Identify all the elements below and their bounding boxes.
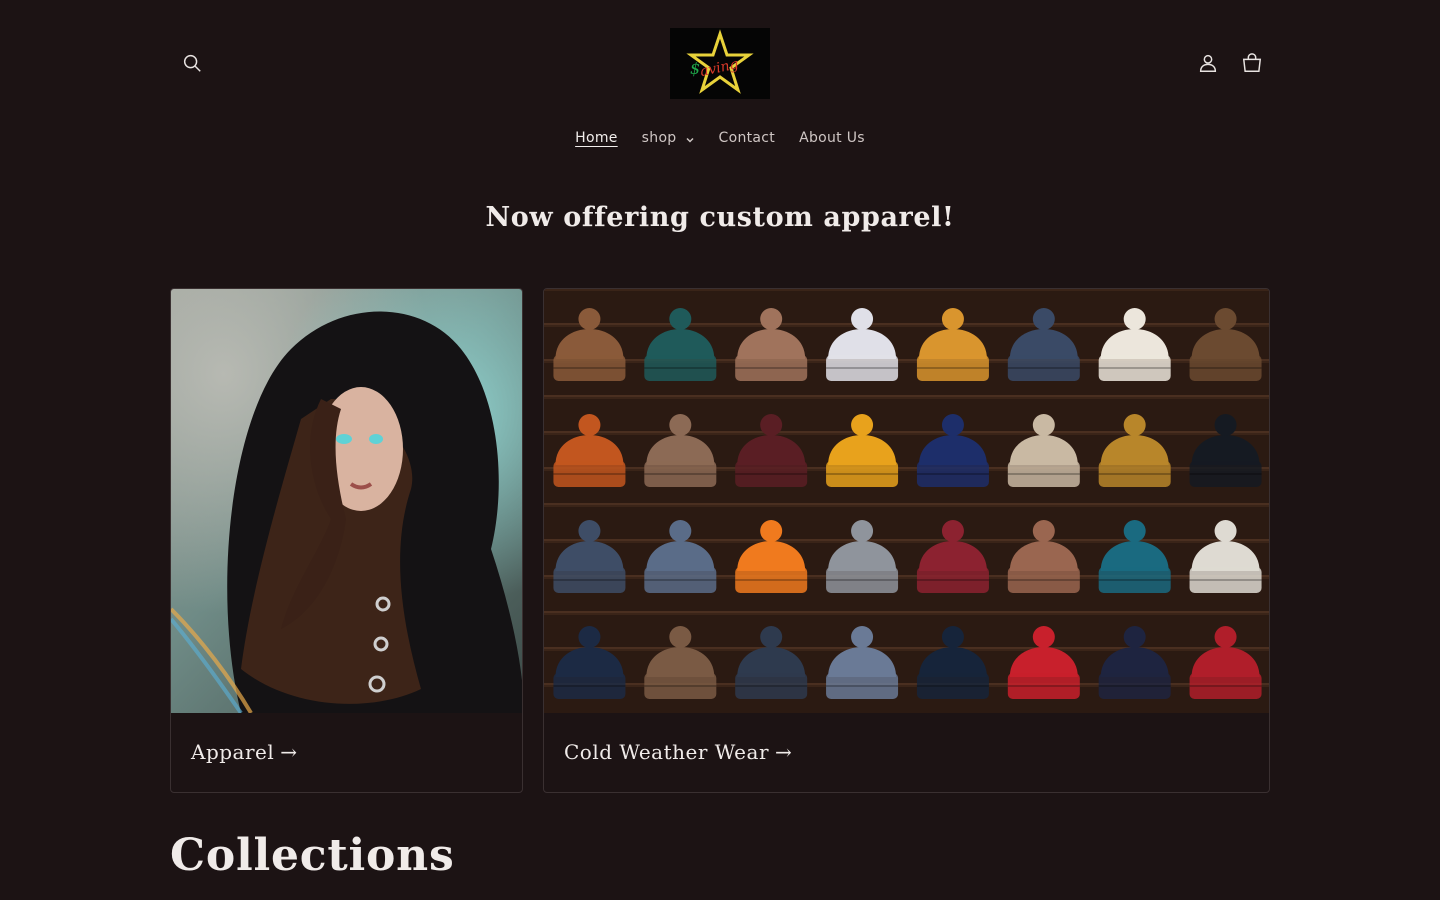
account-button[interactable] [1186, 41, 1230, 85]
beanies-image [544, 289, 1269, 713]
collection-card-cold-weather-wear[interactable]: Cold Weather Wear → [543, 288, 1270, 793]
arrow-right-icon: → [280, 740, 298, 764]
nav-item-about-us[interactable]: About Us [787, 130, 877, 146]
chevron-down-icon [685, 133, 695, 143]
nav-item-contact[interactable]: Contact [707, 130, 788, 146]
hero-headline: Now offering custom apparel! [485, 202, 955, 233]
search-button[interactable] [170, 41, 214, 85]
cart-button[interactable] [1230, 41, 1274, 85]
card-title-apparel: Apparel → [191, 740, 298, 764]
logo-star-icon: $ aving [670, 28, 770, 99]
nav-item-home[interactable]: Home [563, 130, 630, 146]
site-logo[interactable]: $ aving [670, 28, 770, 99]
arrow-right-icon: → [775, 740, 793, 764]
card-title-cold-weather-wear: Cold Weather Wear → [564, 740, 792, 764]
apparel-image [171, 289, 522, 713]
main-navigation: Home shop Contact About Us [0, 124, 1440, 152]
nav-item-shop[interactable]: shop [630, 130, 707, 146]
cart-icon [1242, 53, 1262, 72]
collections-heading: Collections [170, 830, 455, 881]
search-icon [183, 54, 201, 72]
site-header: $ aving Home shop Contact About Us [0, 0, 1440, 170]
card-title-text: Cold Weather Wear [564, 740, 770, 764]
nav-item-shop-label: shop [641, 130, 677, 146]
collection-card-apparel[interactable]: Apparel → [170, 288, 523, 793]
beanie-grid [553, 308, 1262, 699]
card-title-text: Apparel [191, 740, 275, 764]
user-icon [1199, 54, 1217, 72]
